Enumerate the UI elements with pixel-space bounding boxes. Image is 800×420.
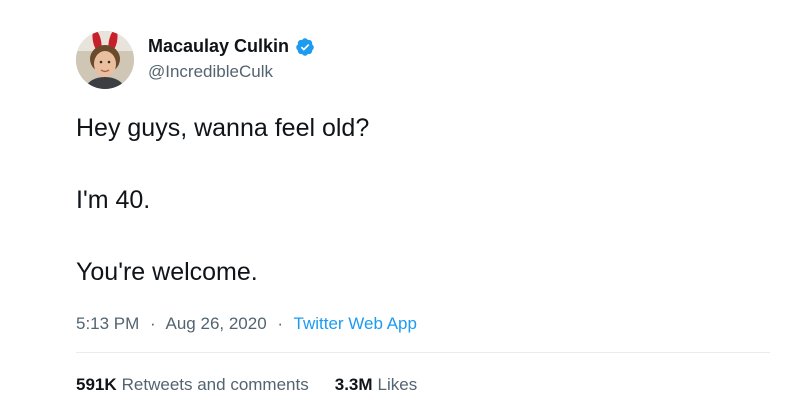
tweet-stats: 591K Retweets and comments 3.3M Likes: [76, 375, 417, 395]
author-name-row: Macaulay Culkin: [148, 36, 315, 57]
tweet-line: I'm 40.: [76, 186, 151, 214]
verified-badge-icon: [295, 37, 315, 57]
avatar-photo: [76, 31, 134, 89]
tweet-card: Macaulay Culkin @IncredibleCulk Hey guys…: [0, 0, 800, 420]
retweets-label: Retweets and comments: [121, 375, 309, 394]
author-handle[interactable]: @IncredibleCulk: [148, 62, 273, 82]
meta-separator: ·: [277, 314, 284, 333]
divider: [76, 352, 770, 353]
likes-label: Likes: [377, 375, 418, 394]
tweet-line: You're welcome.: [76, 258, 258, 286]
meta-separator: ·: [150, 314, 156, 333]
tweet-time[interactable]: 5:13 PM: [76, 314, 139, 333]
tweet-source-link[interactable]: Twitter Web App: [294, 314, 417, 333]
likes-stat[interactable]: 3.3M Likes: [335, 375, 417, 395]
author-display-name[interactable]: Macaulay Culkin: [148, 36, 289, 57]
retweets-count: 591K: [76, 375, 117, 394]
tweet-line: Hey guys, wanna feel old?: [76, 114, 370, 142]
tweet-date[interactable]: Aug 26, 2020: [166, 314, 267, 333]
tweet-meta: 5:13 PM · Aug 26, 2020 · Twitter Web App: [76, 314, 417, 334]
retweets-stat[interactable]: 591K Retweets and comments: [76, 375, 309, 395]
tweet-text: Hey guys, wanna feel old? I'm 40. You're…: [76, 112, 756, 288]
likes-count: 3.3M: [334, 375, 373, 394]
avatar[interactable]: [76, 31, 134, 89]
